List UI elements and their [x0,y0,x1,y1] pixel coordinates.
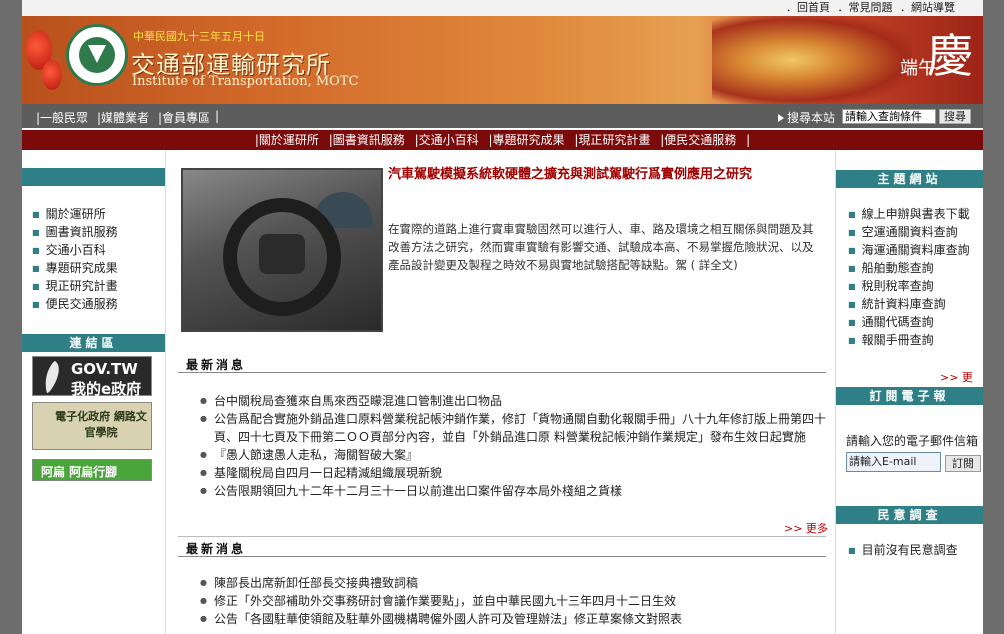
gov-tw-text: GOV.TW 我的e政府 [71,360,142,398]
news-section-header-2: 最新消息 [178,540,826,557]
banner-date: 中華民國九十三年五月十日 [133,30,265,43]
news-more-link[interactable]: >> 更多 [784,520,828,536]
news-item[interactable]: 修正「外交部補助外交事務研討會議作業要點」，並自中華民國九十三年四月十二日生效 [200,592,826,610]
news-list-2: 陳部長出席新卸任部長交接典禮致詞稿 修正「外交部補助外交事務研討會議作業要點」，… [200,574,826,628]
left-menu-item[interactable]: 現正研究計畫 [32,277,118,295]
menu-about[interactable]: |關於運研所 [255,133,319,147]
org-name-en: Institute of Transportation, MOTC [132,74,359,89]
poll-header: 民意調查 [836,506,983,524]
left-menu-item[interactable]: 關於運研所 [32,205,118,223]
home-link[interactable]: ．回首頁 [786,1,830,14]
motc-logo[interactable] [66,24,128,86]
chen-walk-badge[interactable]: 阿扁 阿扁行腳 [32,459,152,481]
dragon-boat-image [712,16,912,104]
menu-public-services[interactable]: |便民交通服務 [660,133,736,147]
topic-site-item[interactable]: 稅則稅率查詢 [848,277,970,295]
newsletter-label: 請輸入您的電子郵件信箱 [846,434,979,448]
news-item[interactable]: 陳部長出席新卸任部長交接典禮致詞稿 [200,574,826,592]
news-item[interactable]: 公告限期領回九十二年十二月三十一日以前進出口案件留存本局外棧組之貨樣 [200,482,826,500]
topic-site-item[interactable]: 空運通關資料查詢 [848,223,970,241]
nav-members[interactable]: |會員專區 [158,109,210,126]
feature-body: 在實際的道路上進行實車實驗固然可以進行人、車、路及環境之相互關係與問題及其改善方… [388,222,814,272]
chen-walk-text: 阿扁 阿扁行腳 [41,465,118,479]
subscribe-button[interactable]: 訂閱 [945,455,981,472]
topic-sites-header: 主題網站 [836,170,983,188]
right-page-border [983,0,1004,634]
menu-research-results[interactable]: |專題研究成果 [488,133,564,147]
left-menu-header [22,168,165,186]
civil-service-badge[interactable]: 電子化政府 網路文官學院 [32,402,152,450]
news-item[interactable]: 台中關稅局查獲來自馬來西亞矇混進口管制進出口物品 [200,392,826,410]
topic-site-item[interactable]: 通關代碼查詢 [848,313,970,331]
menu-current-projects[interactable]: |現正研究計畫 [574,133,650,147]
search-label: 搜尋本站 [778,109,835,126]
top-links: ．回首頁 ．常見問題 ．網站導覽 [22,0,983,16]
menu-separator: | [746,133,751,147]
topic-site-item[interactable]: 船舶動態查詢 [848,259,970,277]
newsletter-header: 訂閱電子報 [836,387,983,405]
faq-link[interactable]: ．常見問題 [838,1,893,14]
left-menu-item[interactable]: 便民交通服務 [32,295,118,313]
steering-wheel-photo[interactable] [181,168,383,332]
topic-site-item[interactable]: 統計資料庫查詢 [848,295,970,313]
left-menu-list: 關於運研所 圖書資訊服務 交通小百科 專題研究成果 現正研究計畫 便民交通服務 [32,205,118,313]
left-page-border [0,0,22,634]
links-header: 連結區 [22,334,165,352]
main-menu: |關於運研所 |圖書資訊服務 |交通小百科 |專題研究成果 |現正研究計畫 |便… [22,130,983,150]
festival-big-text: 慶 [927,29,973,83]
arrow-right-icon [778,114,784,122]
search-button[interactable]: 搜尋 [939,109,971,124]
menu-encyclopedia[interactable]: |交通小百科 [415,133,479,147]
sitemap-link[interactable]: ．網站導覽 [900,1,955,14]
news-section-header: 最新消息 [178,356,826,373]
topic-sites-list: 線上申辦與書表下載 空運通關資料查詢 海運通關資料庫查詢 船舶動態查詢 稅則稅率… [848,205,970,349]
news-item[interactable]: 基隆關稅局自四月一日起精減組織展現新貌 [200,464,826,482]
left-menu-item[interactable]: 專題研究成果 [32,259,118,277]
topic-site-item[interactable]: 線上申辦與書表下載 [848,205,970,223]
search-input[interactable]: 請輸入查詢條件 [842,109,936,124]
search-label-text: 搜尋本站 [787,111,836,125]
civil-service-text: 電子化政府 網路文官學院 [55,410,147,439]
nav-media[interactable]: |媒體業者 [97,109,149,126]
topic-site-item[interactable]: 海運通關資料庫查詢 [848,241,970,259]
gov-tw-badge[interactable]: GOV.TW 我的e政府 [32,356,152,398]
page: ．回首頁 ．常見問題 ．網站導覽 中華民國九十三年五月十日 交通部運輸研究所 I… [22,0,983,634]
news-item[interactable]: 公告「各國駐華使領館及駐華外國機構聘僱外國人許可及管理辦法」修正草案條文對照表 [200,610,826,628]
nav-general-public[interactable]: |一般民眾 [36,109,88,126]
nav-separator: | [215,109,220,123]
feature-title[interactable]: 汽車駕駛模擬系統軟硬體之擴充與測試駕駛行爲實例應用之研究 [388,166,818,184]
menu-library[interactable]: |圖書資訊服務 [329,133,405,147]
email-input[interactable]: 請輸入E-mail [846,452,941,472]
news-list: 台中關稅局查獲來自馬來西亞矇混進口管制進出口物品 公告爲配合實施外銷品進口原料營… [200,392,826,500]
poll-item: 目前沒有民意調查 [848,541,958,559]
left-menu-item[interactable]: 交通小百科 [32,241,118,259]
news-item[interactable]: 公告爲配合實施外銷品進口原料營業稅記帳沖銷作業，修訂「貨物通關自動化報關手冊」八… [200,410,826,446]
banner: 中華民國九十三年五月十日 交通部運輸研究所 Institute of Trans… [22,16,983,104]
section-divider [178,536,826,537]
news-item[interactable]: 『愚人節逮愚人走私，海關智破大案』 [200,446,826,464]
left-menu-item[interactable]: 圖書資訊服務 [32,223,118,241]
left-divider [165,150,166,634]
topic-site-item[interactable]: 報關手冊查詢 [848,331,970,349]
lantern-icon [42,60,62,90]
audience-nav: |一般民眾 |媒體業者 |會員專區 | 搜尋本站 請輸入查詢條件 搜尋 [22,104,983,128]
poll-list: 目前沒有民意調查 [848,541,958,559]
taiwan-map-icon [45,361,59,393]
